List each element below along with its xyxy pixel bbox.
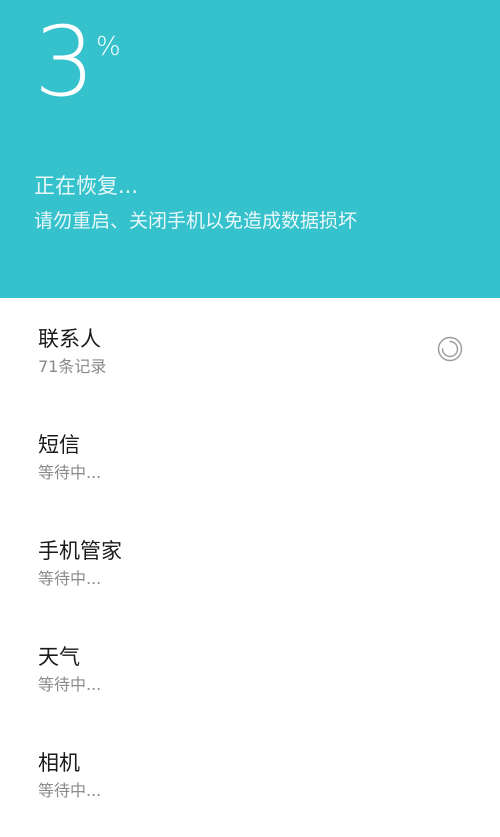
list-item-status: 等待中... bbox=[38, 675, 102, 694]
list-item-title: 相机 bbox=[38, 751, 80, 775]
restore-item-list: 联系人 71条记录 短信 等待中... 手机管家 等待中... 天气 等待中..… bbox=[0, 298, 500, 828]
restore-progress-header: 3 % 正在恢复... 请勿重启、关闭手机以免造成数据损坏 bbox=[0, 0, 500, 298]
list-item-title: 手机管家 bbox=[38, 539, 122, 563]
progress-percent-value: 3 bbox=[34, 6, 95, 118]
list-item-title: 联系人 bbox=[38, 327, 101, 351]
restore-status-title: 正在恢复... bbox=[34, 174, 139, 198]
list-item-status: 等待中... bbox=[38, 569, 102, 588]
list-item-title: 短信 bbox=[38, 433, 80, 457]
restore-warning-text: 请勿重启、关闭手机以免造成数据损坏 bbox=[34, 210, 358, 232]
loading-spinner-icon bbox=[437, 336, 463, 362]
list-item-status: 71条记录 bbox=[38, 357, 107, 376]
list-item-messages: 短信 等待中... bbox=[0, 404, 500, 510]
list-item-contacts: 联系人 71条记录 bbox=[0, 298, 500, 404]
list-item-camera: 相机 等待中... bbox=[0, 722, 500, 828]
list-item-status: 等待中... bbox=[38, 463, 102, 482]
list-item-title: 天气 bbox=[38, 645, 80, 669]
list-item-weather: 天气 等待中... bbox=[0, 616, 500, 722]
progress-percent-sign: % bbox=[96, 32, 121, 62]
list-item-phone-manager: 手机管家 等待中... bbox=[0, 510, 500, 616]
list-item-status: 等待中... bbox=[38, 781, 102, 800]
